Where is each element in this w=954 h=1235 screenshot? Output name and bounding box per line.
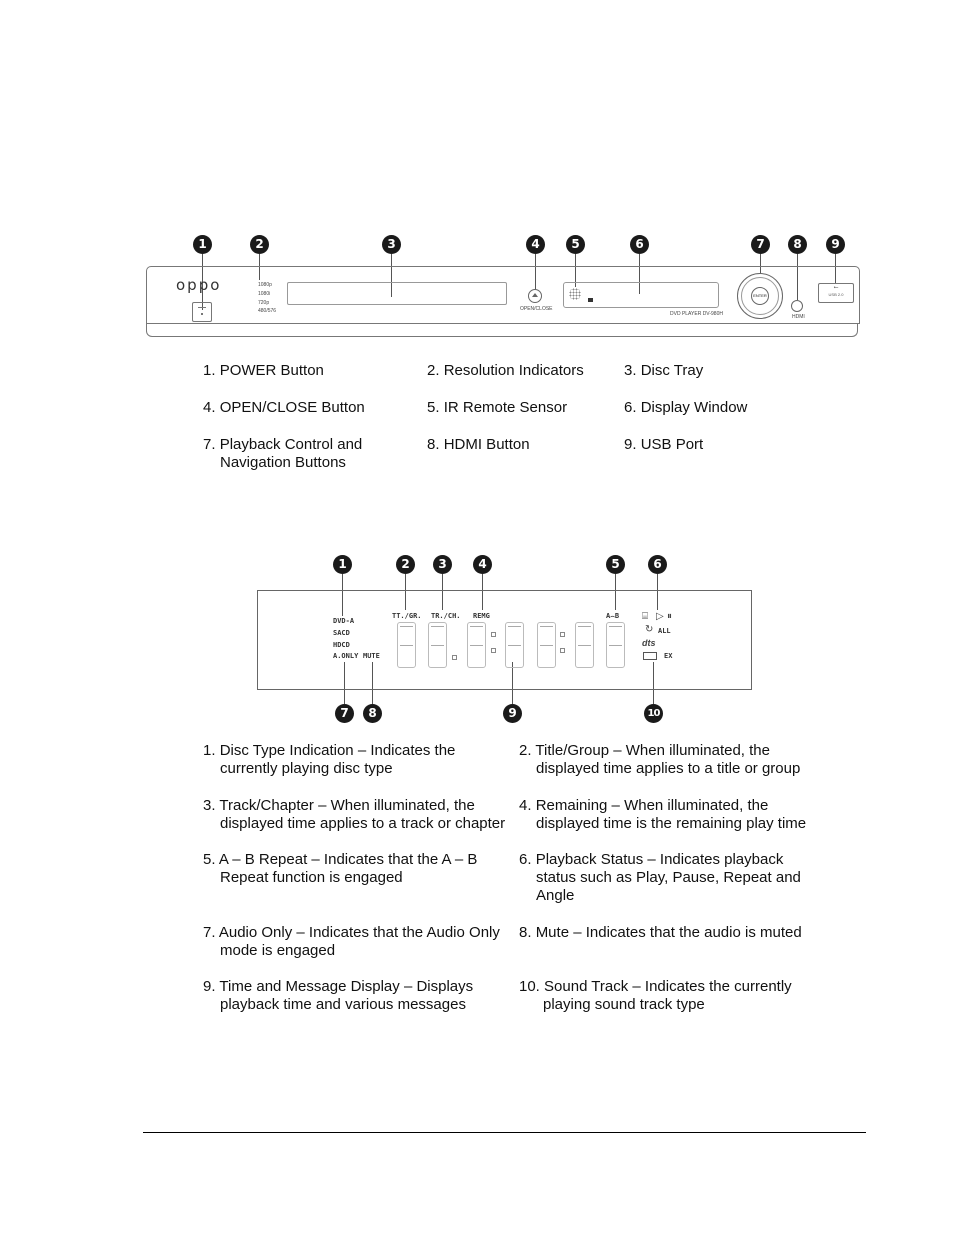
- legend-item-6: 6. Display Window: [624, 399, 748, 416]
- callout-1: 1: [193, 235, 212, 254]
- pause-icon: ⏸: [667, 611, 672, 622]
- legend-item-9: 9. Time and Message Display – Displays pl…: [203, 978, 474, 1013]
- separator-dot: [491, 632, 496, 637]
- callout-8: 8: [363, 704, 382, 723]
- repeat-icon: ↻: [645, 624, 654, 635]
- legend-item-3: 3. Disc Tray: [624, 362, 704, 379]
- hdmi-button[interactable]: [791, 300, 803, 312]
- callout-3: 3: [382, 235, 401, 254]
- digit-segment: [606, 622, 625, 668]
- callout-4: 4: [526, 235, 545, 254]
- separator-dot: [560, 648, 565, 653]
- callout-2: 2: [396, 555, 415, 574]
- indicator-ex: EX: [664, 652, 673, 660]
- indicator-ab-repeat: A⌢B: [606, 612, 620, 620]
- open-close-label: OPEN/CLOSE: [520, 306, 553, 312]
- indicator-dvd-a: DVD-A: [333, 617, 355, 625]
- navigation-ring[interactable]: ENTER: [737, 273, 783, 319]
- legend-item-7: 7. Playback Control and Navigation Button…: [203, 436, 363, 471]
- power-icon: [201, 313, 203, 315]
- digit-segment: [505, 622, 524, 668]
- indicator-audio-only: A.ONLY: [333, 652, 359, 660]
- power-button[interactable]: [192, 302, 212, 322]
- indicator-track-chapter: TR./CH.: [431, 612, 461, 620]
- callout-5: 5: [566, 235, 585, 254]
- legend-item-5: 5. IR Remote Sensor: [427, 399, 568, 416]
- resolution-indicator-720p: 720p: [258, 300, 270, 306]
- legend-item-4: 4. Remaining – When illuminated, the disp…: [519, 797, 807, 832]
- dolby-digital-logo: [643, 652, 657, 660]
- legend-item-2: 2. Title/Group – When illuminated, the di…: [519, 742, 801, 777]
- callout-6: 6: [630, 235, 649, 254]
- legend-item-1: 1. Disc Type Indication – Indicates the c…: [203, 742, 456, 777]
- separator-dot: [452, 655, 457, 660]
- eject-icon: [532, 293, 538, 297]
- callout-8: 8: [788, 235, 807, 254]
- separator-dot: [491, 648, 496, 653]
- digit-segment: [397, 622, 416, 668]
- legend-item-4: 4. OPEN/CLOSE Button: [203, 399, 365, 416]
- indicator-mute: MUTE: [363, 652, 380, 660]
- resolution-indicator-1080i: 1080i: [258, 291, 271, 297]
- resolution-indicator-1080p: 1080p: [258, 282, 272, 288]
- digit-segment: [428, 622, 447, 668]
- legend-item-10: 10. Sound Track – Indicates the currentl…: [519, 978, 792, 1013]
- footer-rule: [143, 1132, 866, 1133]
- callout-4: 4: [473, 555, 492, 574]
- callout-1: 1: [333, 555, 352, 574]
- callout-9: 9: [826, 235, 845, 254]
- legend-item-6: 6. Playback Status – Indicates playback s…: [519, 851, 801, 904]
- indicator-sacd: SACD: [333, 629, 350, 637]
- callout-7: 7: [335, 704, 354, 723]
- dts-logo: dts: [642, 638, 656, 648]
- indicator-hdcd: HDCD: [333, 641, 350, 649]
- callout-5: 5: [606, 555, 625, 574]
- legend-item-8: 8. HDMI Button: [427, 436, 530, 453]
- legend-item-5: 5. A – B Repeat – Indicates that the A –…: [203, 851, 478, 886]
- callout-3: 3: [433, 555, 452, 574]
- callout-10: 10: [644, 704, 663, 723]
- indicator-title-group: TT./GR.: [392, 612, 422, 620]
- legend-item-7: 7. Audio Only – Indicates that the Audio…: [203, 924, 500, 959]
- indicator-repeat-all: ALL: [658, 627, 671, 635]
- legend-item-8: 8. Mute – Indicates that the audio is mu…: [519, 924, 802, 941]
- model-label: DVD PLAYER DV-980H: [670, 311, 723, 317]
- enter-label: ENTER: [753, 293, 767, 298]
- usb-icon: ⭠: [833, 285, 839, 291]
- hdmi-label: HDMI: [792, 314, 805, 320]
- digit-segment: [467, 622, 486, 668]
- legend-item-3: 3. Track/Chapter – When illuminated, the…: [203, 797, 506, 832]
- callout-6: 6: [648, 555, 667, 574]
- usb-label: USB 2.0: [828, 292, 844, 297]
- digit-segment: [575, 622, 594, 668]
- ir-remote-sensor: [569, 288, 581, 300]
- enter-button[interactable]: ENTER: [751, 287, 769, 305]
- legend-item-2: 2. Resolution Indicators: [427, 362, 584, 379]
- legend-item-9: 9. USB Port: [624, 436, 704, 453]
- resolution-indicator-480-576: 480/576: [258, 308, 277, 314]
- player-base: [146, 323, 858, 337]
- open-close-button[interactable]: [528, 289, 542, 303]
- digit-segment: [537, 622, 556, 668]
- usb-port[interactable]: ⭠ USB 2.0: [818, 283, 854, 303]
- separator-dot: [560, 632, 565, 637]
- display-window: [563, 282, 719, 308]
- disc-tray: [287, 282, 507, 305]
- legend-item-1: 1. POWER Button: [203, 362, 324, 379]
- play-icon: ▷: [656, 611, 664, 622]
- angle-icon: ⌸: [642, 611, 648, 622]
- indicator-remaining: REMG: [473, 612, 490, 620]
- callout-2: 2: [250, 235, 269, 254]
- brand-logo: oppo: [176, 276, 222, 294]
- callout-9: 9: [503, 704, 522, 723]
- standby-indicator: [588, 298, 593, 302]
- callout-7: 7: [751, 235, 770, 254]
